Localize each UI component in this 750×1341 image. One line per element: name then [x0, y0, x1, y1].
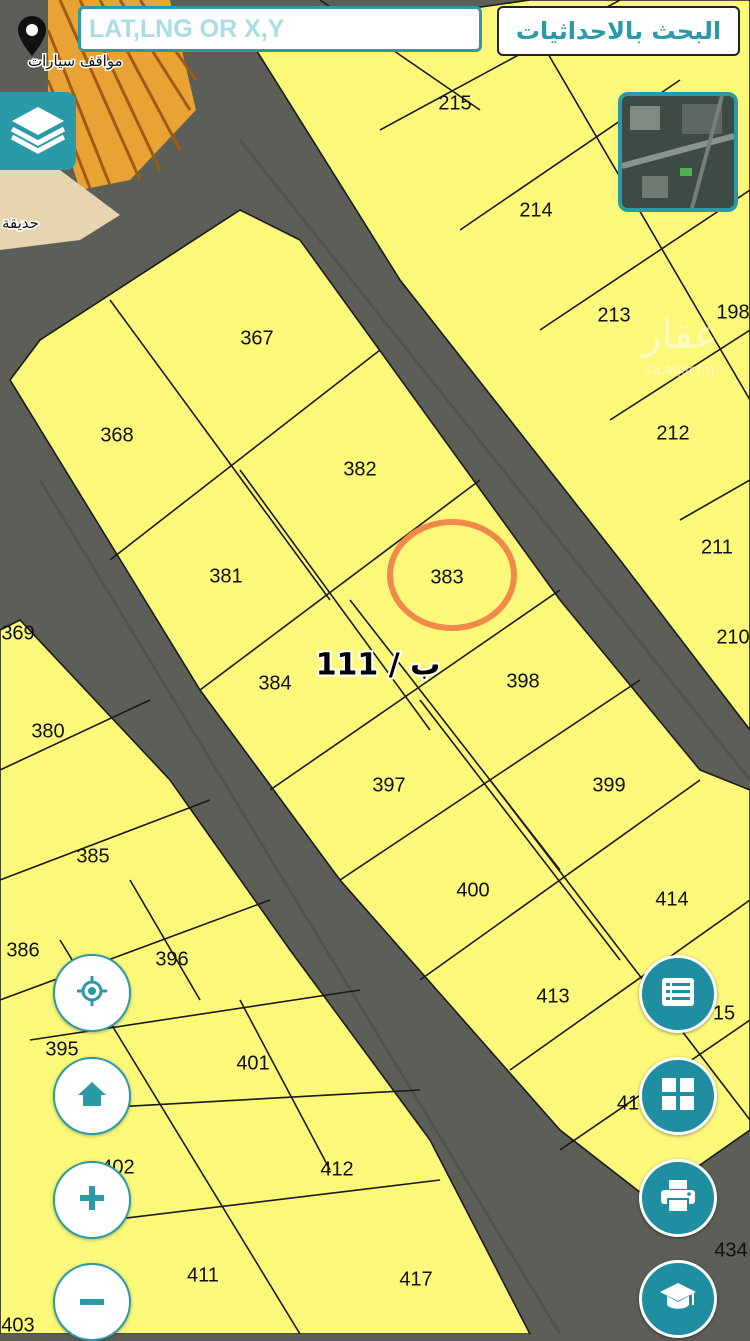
plot-label[interactable]: 215 [438, 92, 471, 114]
grid-icon [661, 1077, 695, 1116]
plot-label[interactable]: 381 [209, 565, 242, 587]
plot-label[interactable]: 212 [656, 422, 689, 444]
plot-label[interactable]: 367 [240, 327, 273, 349]
printer-icon [660, 1179, 696, 1218]
poi-label-garden: حديقة [2, 214, 39, 232]
basemap-toggle[interactable] [618, 92, 738, 212]
graduation-cap-icon [659, 1281, 697, 1318]
coordinates-search-input[interactable] [78, 6, 482, 52]
list-button[interactable] [639, 955, 717, 1033]
print-button[interactable] [639, 1159, 717, 1237]
coordinates-search-button[interactable]: البحث بالاحداثيات [497, 6, 740, 56]
plot-label[interactable]: 398 [506, 670, 539, 692]
plus-icon [79, 1185, 105, 1216]
plot-label[interactable]: 434 [714, 1239, 747, 1261]
plot-label[interactable]: 384 [258, 672, 291, 694]
plot-label[interactable]: 412 [320, 1158, 353, 1180]
plot-label[interactable]: 417 [399, 1268, 432, 1290]
plot-label[interactable]: 41 [617, 1092, 639, 1114]
plot-label[interactable]: 383 [430, 566, 463, 588]
plot-label[interactable]: 399 [592, 774, 625, 796]
plot-label[interactable]: 211 [701, 536, 733, 558]
plot-label[interactable]: 386 [6, 939, 39, 961]
plot-label[interactable]: 382 [343, 458, 376, 480]
aqar-watermark: عقار sa.aqar.fm [640, 312, 718, 378]
plot-label[interactable]: 210 [716, 626, 749, 648]
plot-label[interactable]: 385 [76, 845, 109, 867]
plot-label[interactable]: 397 [372, 774, 405, 796]
block-label: ب / 111 [316, 648, 441, 683]
plot-label[interactable]: 214 [519, 199, 552, 221]
plot-label[interactable]: 380 [31, 720, 64, 742]
plot-label[interactable]: 414 [655, 888, 688, 910]
plot-label[interactable]: 368 [100, 424, 133, 446]
list-icon [661, 977, 695, 1012]
plot-label[interactable]: 403 [1, 1314, 34, 1334]
plot-label[interactable]: 369 [1, 622, 34, 644]
plot-label[interactable]: 396 [155, 948, 188, 970]
plot-label[interactable]: 400 [456, 879, 489, 901]
plot-label[interactable]: 413 [536, 985, 569, 1007]
layers-icon [8, 99, 68, 164]
map-pin-icon[interactable] [16, 14, 48, 58]
home-icon [77, 1080, 107, 1113]
watermark-brand: عقار [640, 312, 718, 358]
locate-icon [76, 975, 108, 1012]
minus-icon [79, 1293, 105, 1311]
home-button[interactable] [53, 1057, 131, 1135]
grid-button[interactable] [639, 1057, 717, 1135]
watermark-site: sa.aqar.fm [646, 363, 715, 378]
layers-button[interactable] [0, 92, 76, 170]
locate-button[interactable] [53, 954, 131, 1032]
zoom-in-button[interactable] [53, 1161, 131, 1239]
satellite-thumbnail [622, 96, 734, 208]
education-button[interactable] [639, 1260, 717, 1338]
plot-label[interactable]: 395 [45, 1038, 78, 1060]
zoom-out-button[interactable] [53, 1263, 131, 1341]
plot-label[interactable]: 411 [187, 1264, 219, 1286]
plot-label[interactable]: 401 [236, 1052, 269, 1074]
plot-label[interactable]: 15 [713, 1002, 735, 1024]
